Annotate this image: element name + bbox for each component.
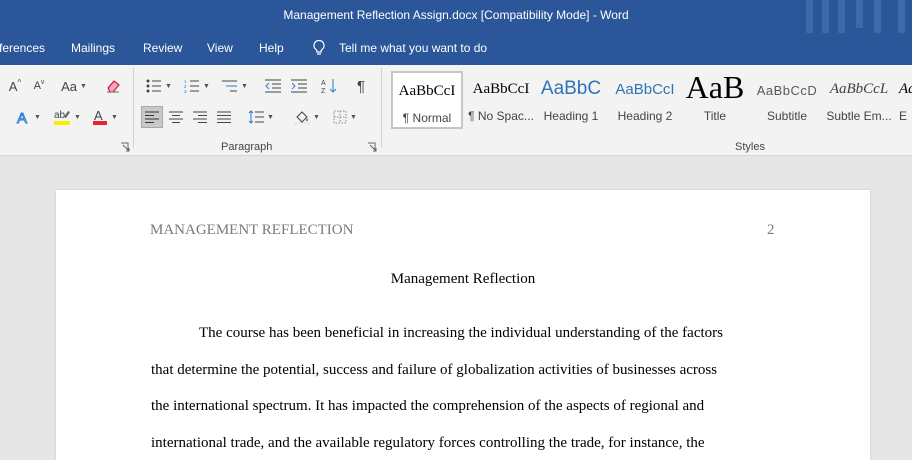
multilevel-list-button[interactable]: ▼: [218, 75, 252, 97]
title-bar: Management Reflection Assign.docx [Compa…: [0, 0, 912, 33]
title-decoration: [802, 0, 912, 33]
style-name: ¶ Normal: [402, 111, 452, 125]
decrease-indent-icon: [265, 79, 281, 93]
style-name: Title: [703, 109, 727, 123]
align-right-button[interactable]: [189, 106, 211, 128]
numbering-icon: 1 2 3: [184, 79, 200, 93]
tab-view[interactable]: View: [207, 41, 233, 55]
svg-text:ab: ab: [54, 110, 66, 121]
change-case-label: Aa: [61, 78, 77, 94]
style-preview: AaBbCcL: [829, 81, 889, 97]
styles-gallery: AaBbCcI ¶ Normal AaBbCcI ¶ No Spac... Aa…: [389, 71, 912, 129]
align-left-icon: [145, 111, 159, 123]
paragraph-group-label: Paragraph: [221, 141, 273, 153]
grow-font-button[interactable]: A ^: [6, 75, 24, 97]
tab-mailings[interactable]: Mailings: [71, 41, 115, 55]
style-name: ¶ No Spac...: [468, 109, 534, 123]
tab-help[interactable]: Help: [259, 41, 284, 55]
align-center-button[interactable]: [165, 106, 187, 128]
align-center-icon: [169, 111, 183, 123]
style-preview: AaB: [685, 71, 745, 105]
group-separator: [381, 68, 382, 148]
document-page[interactable]: MANAGEMENT REFLECTION 2 Management Refle…: [56, 190, 870, 460]
svg-text:A: A: [94, 108, 103, 123]
body-line: The course has been beneficial in increa…: [199, 325, 723, 341]
shrink-font-button[interactable]: Av: [30, 75, 48, 97]
style-title[interactable]: AaB Title: [679, 71, 751, 129]
increase-indent-button[interactable]: [288, 75, 310, 97]
eraser-icon: [107, 80, 120, 93]
bullets-icon: [146, 79, 162, 93]
style-name: Subtle Em...: [826, 109, 892, 123]
ribbon-tabs: ferences Mailings Review View Help Tell …: [0, 33, 912, 65]
line-spacing-button[interactable]: ▼: [244, 106, 278, 128]
lightbulb-icon[interactable]: [312, 39, 326, 57]
borders-icon: [333, 110, 347, 124]
style-preview: AaBbCcI: [472, 81, 530, 97]
document-title: Management Reflection: [390, 271, 536, 287]
styles-group-label: Styles: [735, 141, 765, 153]
style-preview: AaBbCcD: [756, 83, 818, 98]
decrease-indent-button[interactable]: [262, 75, 284, 97]
paint-bucket-icon: [294, 111, 310, 125]
style-heading-1[interactable]: AaBbC Heading 1: [537, 71, 605, 129]
style-preview: AaBbC: [540, 78, 602, 99]
pilcrow-icon: ¶: [356, 77, 366, 95]
running-header: MANAGEMENT REFLECTION: [150, 222, 354, 238]
style-name: Heading 1: [543, 109, 599, 123]
style-normal[interactable]: AaBbCcI ¶ Normal: [391, 71, 463, 129]
highlighter-icon: ab: [54, 110, 71, 125]
style-subtitle[interactable]: AaBbCcD Subtitle: [751, 71, 823, 129]
numbering-button[interactable]: 1 2 3 ▼: [180, 75, 214, 97]
multilevel-list-icon: [222, 80, 238, 92]
change-case-button[interactable]: Aa ▼: [58, 75, 90, 97]
style-heading-2[interactable]: AaBbCcI Heading 2: [609, 71, 681, 129]
svg-text:3: 3: [184, 89, 187, 93]
style-name: Subtitle: [766, 109, 808, 123]
show-formatting-button[interactable]: ¶: [350, 75, 372, 97]
bullets-button[interactable]: ▼: [142, 75, 176, 97]
style-emphasis[interactable]: Aa E: [895, 71, 912, 129]
style-subtle-emphasis[interactable]: AaBbCcL Subtle Em...: [823, 71, 895, 129]
sort-icon: A Z: [321, 79, 337, 94]
text-effects-icon: A: [17, 110, 28, 126]
line-spacing-icon: [248, 110, 265, 124]
svg-text:A: A: [321, 80, 326, 87]
font-dialog-launcher-icon[interactable]: [120, 142, 130, 152]
style-no-spacing[interactable]: AaBbCcI ¶ No Spac...: [465, 71, 537, 129]
group-separator: [133, 68, 134, 148]
style-name: Heading 2: [617, 109, 673, 123]
tab-references[interactable]: ferences: [0, 41, 45, 55]
style-preview: AaBbCcI: [398, 83, 456, 99]
svg-text:Z: Z: [321, 88, 326, 94]
sort-button[interactable]: A Z: [318, 75, 340, 97]
highlight-color-button[interactable]: ab ▼: [50, 106, 84, 128]
paragraph-dialog-launcher-icon[interactable]: [367, 142, 377, 152]
body-line: international trade, and the available r…: [151, 435, 705, 451]
style-preview: Aa: [899, 81, 912, 97]
increase-indent-icon: [291, 79, 307, 93]
clear-formatting-button[interactable]: [104, 75, 124, 97]
body-line: that determine the potential, success an…: [151, 362, 718, 378]
align-right-icon: [193, 111, 207, 123]
align-left-button[interactable]: [141, 106, 163, 128]
justify-icon: [217, 111, 231, 123]
window-title: Management Reflection Assign.docx [Compa…: [283, 8, 629, 22]
tell-me-search[interactable]: Tell me what you want to do: [339, 41, 487, 55]
page-number: 2: [767, 222, 775, 238]
shading-button[interactable]: ▼: [290, 106, 324, 128]
style-preview: AaBbCcI: [615, 81, 675, 98]
justify-button[interactable]: [213, 106, 235, 128]
font-color-icon: A: [93, 108, 108, 125]
text-effects-button[interactable]: A ▼: [12, 106, 44, 128]
body-line: the international spectrum. It has impac…: [151, 398, 705, 414]
font-color-button[interactable]: A ▼: [88, 106, 122, 128]
tab-review[interactable]: Review: [143, 41, 182, 55]
svg-text:A: A: [17, 110, 27, 125]
ribbon: A ^ Av Aa ▼ A ▼ ab ▼ A ▼ ▼ 1 2 3 ▼ ▼ A Z…: [0, 65, 912, 156]
borders-button[interactable]: ▼: [328, 106, 362, 128]
style-name: E: [899, 109, 908, 123]
